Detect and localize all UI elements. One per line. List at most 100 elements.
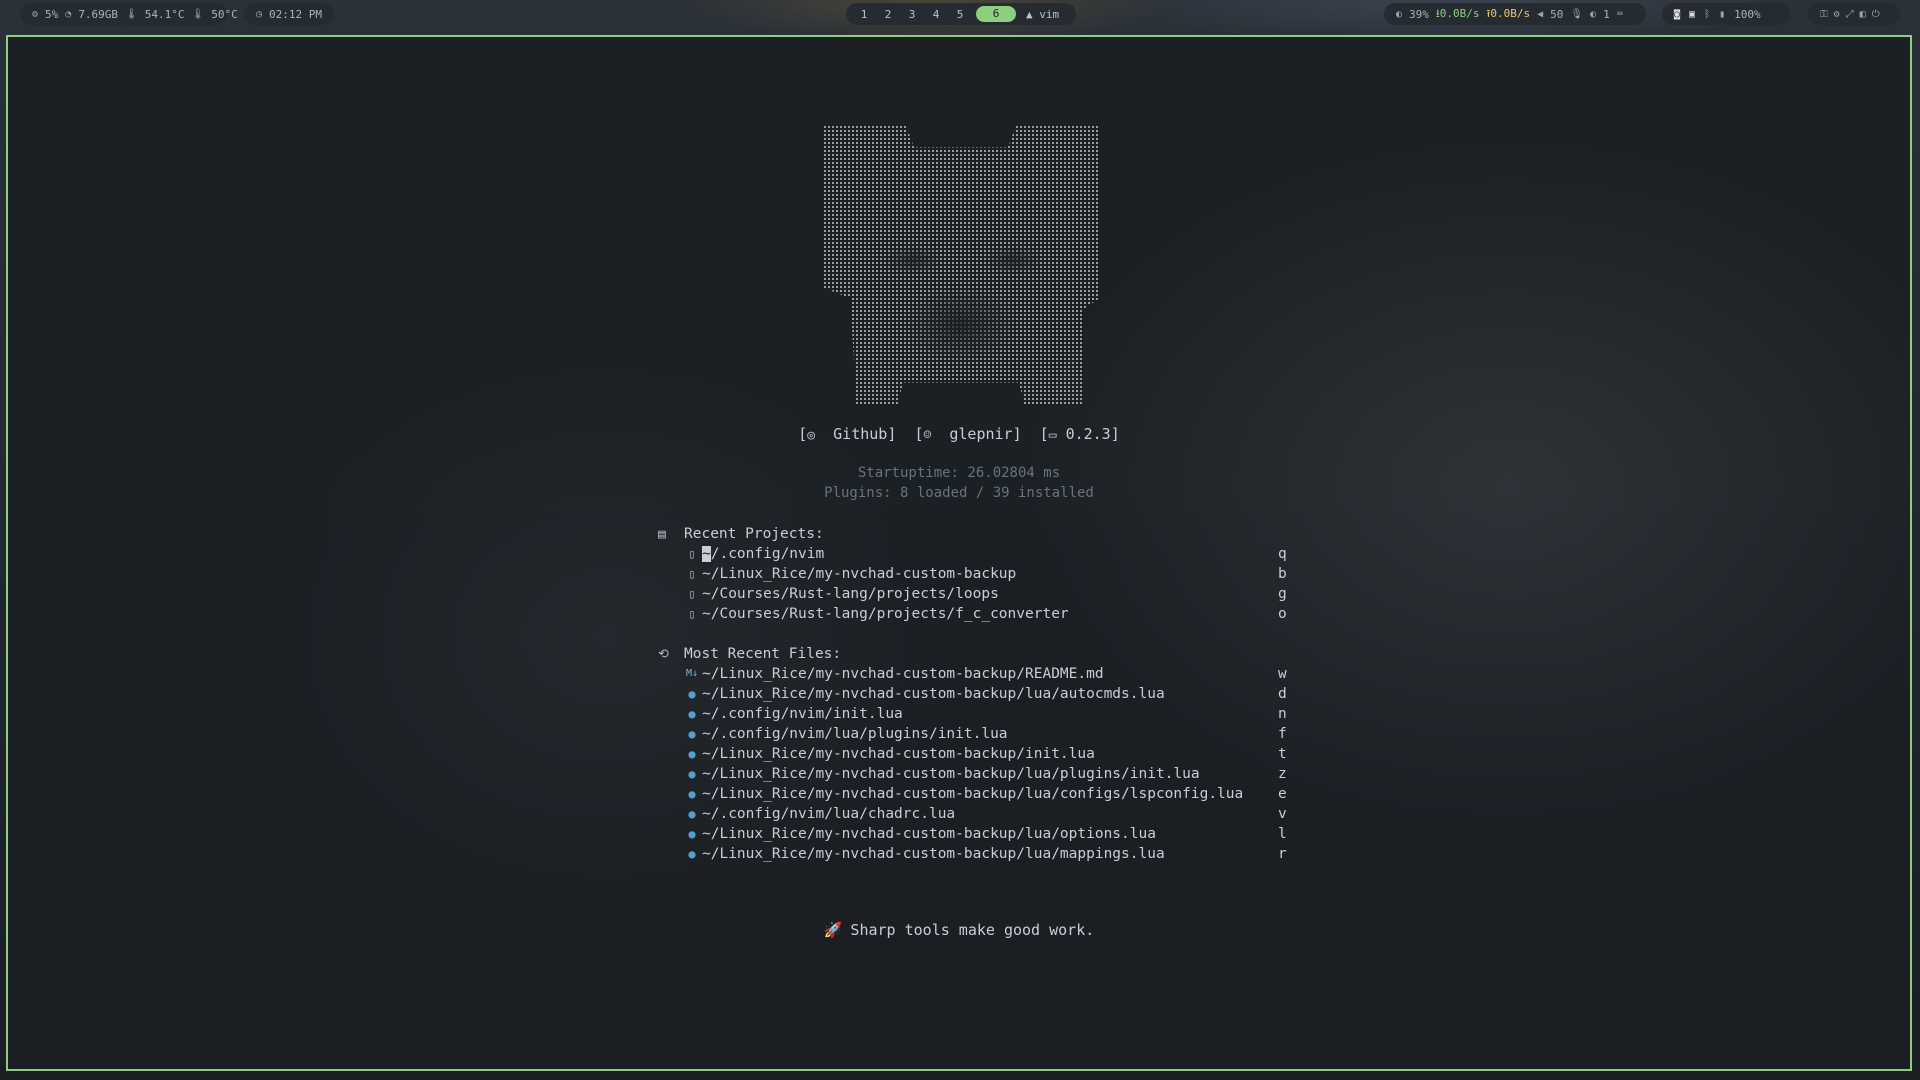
cpu-icon: ⚙ [32, 8, 39, 20]
file-item[interactable]: ● ~/.config/nvim/lua/chadrc.lua v [658, 804, 1298, 824]
shortcut-key: o [1278, 606, 1287, 622]
version-link[interactable]: [▭ 0.2.3] [1040, 425, 1120, 443]
workspace-2[interactable]: 2 [876, 8, 900, 21]
workspace-4[interactable]: 4 [924, 8, 948, 21]
project-item[interactable]: ▯ ~/Courses/Rust-lang/projects/loops g [658, 584, 1298, 604]
text-cursor: ~ [702, 546, 711, 562]
workspace-5[interactable]: 5 [948, 8, 972, 21]
github-icon: ◎ [807, 428, 816, 443]
dashboard-links: [◎ Github] [☺ glepnir] [▭ 0.2.3] [8, 425, 1910, 443]
settings-icon[interactable]: ⚙ [1834, 9, 1840, 20]
thermometer-icon: 🌡 [191, 8, 205, 20]
active-window-name: vim [1039, 7, 1060, 21]
clock-icon: ◷ [256, 8, 263, 20]
clock-widget[interactable]: ◷ 02:12 PM [244, 3, 334, 25]
expand-icon[interactable]: ⤢ [1846, 9, 1854, 20]
file-path: ~/.config/nvim/lua/chadrc.lua [702, 806, 956, 822]
workspace-6-active[interactable]: 6 [976, 6, 1016, 22]
volume-icon[interactable]: ◀ [1537, 9, 1543, 20]
brightness-value[interactable]: 39% [1409, 8, 1429, 21]
battery-percentage: 100% [1734, 7, 1761, 21]
power-icon[interactable]: ⏻ [1872, 9, 1880, 20]
clock-time: 02:12 PM [269, 7, 323, 21]
file-item[interactable]: ● ~/Linux_Rice/my-nvchad-custom-backup/l… [658, 844, 1298, 864]
terminal-window[interactable]: [◎ Github] [☺ glepnir] [▭ 0.2.3] Startup… [6, 35, 1912, 1071]
file-item[interactable]: ● ~/.config/nvim/init.lua n [658, 704, 1298, 724]
gpu-temperature: 50°C [211, 7, 238, 21]
recent-projects-header: ▤ Recent Projects: [658, 524, 1298, 544]
file-item[interactable]: ● ~/Linux_Rice/my-nvchad-custom-backup/i… [658, 744, 1298, 764]
project-item[interactable]: ▯ ~/Linux_Rice/my-nvchad-custom-backup b [658, 564, 1298, 584]
session-controls: ⚿ ⚙ ⤢ ◧ ⏻ [1808, 3, 1900, 25]
lua-file-icon: ● [688, 707, 696, 721]
file-item[interactable]: ● ~/.config/nvim/lua/plugins/init.lua f [658, 724, 1298, 744]
lock-icon[interactable]: ⚿ [1820, 9, 1828, 20]
shortcut-key: r [1278, 846, 1287, 862]
workspace-switcher: 1 2 3 4 5 6 ▲ vim [846, 3, 1076, 25]
startup-time: Startuptime: 26.02804 ms [857, 465, 1061, 481]
tag-icon: ▭ [1048, 428, 1057, 443]
github-link[interactable]: [◎ Github] [798, 425, 896, 443]
lua-file-icon: ● [688, 727, 696, 741]
file-item[interactable]: ● ~/Linux_Rice/my-nvchad-custom-backup/l… [658, 764, 1298, 784]
file-path: ~/Linux_Rice/my-nvchad-custom-backup/lua… [702, 826, 1156, 842]
discord-icon[interactable]: ◙ [1674, 9, 1680, 20]
arch-icon: ▲ [1026, 7, 1033, 21]
system-stats-widget[interactable]: ⚙ 5% ◔ 7.69GB 🌡 54.1°C 🌡 50°C [20, 3, 238, 25]
file-path: ~/.config/nvim/lua/plugins/init.lua [702, 726, 1008, 742]
shortcut-key: d [1278, 686, 1287, 702]
file-item[interactable]: M↓ ~/Linux_Rice/my-nvchad-custom-backup/… [658, 664, 1298, 684]
lua-file-icon: ● [688, 747, 696, 761]
volume-value[interactable]: 50 [1550, 8, 1563, 21]
recent-projects-section: ▤ Recent Projects: ▯ ~/.config/nvim q ▯ ~… [658, 524, 1298, 624]
markdown-icon: M↓ [685, 668, 699, 679]
project-path: ~/Courses/Rust-lang/projects/loops [702, 586, 999, 602]
repo-icon: ▯ [688, 547, 696, 561]
shortcut-key: l [1278, 826, 1287, 842]
repo-icon: ▯ [688, 587, 696, 601]
workspace-3[interactable]: 3 [900, 8, 924, 21]
folder-icon: ▤ [658, 527, 666, 542]
file-path: ~/.config/nvim/init.lua [702, 706, 903, 722]
brightness-icon: ◐ [1396, 8, 1403, 20]
cpu-usage: 5% [45, 7, 59, 21]
shortcut-key: z [1278, 766, 1287, 782]
user-link[interactable]: [☺ glepnir] [914, 425, 1021, 443]
shortcut-key: v [1278, 806, 1287, 822]
project-path: ~/.config/nvim [702, 546, 825, 562]
battery-icon: ▮ [1719, 8, 1726, 20]
microphone-icon[interactable]: 🎙 [1570, 9, 1583, 20]
lua-file-icon: ● [688, 767, 696, 781]
shortcut-key: g [1278, 586, 1287, 602]
file-item[interactable]: ● ~/Linux_Rice/my-nvchad-custom-backup/l… [658, 784, 1298, 804]
footer-quote: Sharp tools make good work. [850, 921, 1095, 939]
active-window-indicator[interactable]: ▲ vim [1026, 8, 1059, 21]
dashboard-footer: 🚀 Sharp tools make good work. [8, 921, 1910, 939]
workspace-1[interactable]: 1 [852, 8, 876, 21]
file-path: ~/Linux_Rice/my-nvchad-custom-backup/lua… [702, 766, 1200, 782]
lua-file-icon: ● [688, 687, 696, 701]
project-item[interactable]: ▯ ~/.config/nvim q [658, 544, 1298, 564]
screen-icon[interactable]: ▣ [1689, 9, 1695, 20]
history-icon: ⟲ [658, 647, 669, 662]
file-item[interactable]: ● ~/Linux_Rice/my-nvchad-custom-backup/l… [658, 824, 1298, 844]
file-path: ~/Linux_Rice/my-nvchad-custom-backup/REA… [702, 666, 1104, 682]
bluetooth-icon[interactable]: ᛒ [1704, 9, 1710, 20]
repo-icon: ▯ [688, 567, 696, 581]
tray-widgets: ◙ ▣ ᛒ ▮ 100% [1662, 3, 1790, 25]
status-widgets: ◐ 39% ⭳0.0B/s ⭱0.0B/s ◀ 50 🎙 ◐ 1 ⌨ [1384, 3, 1646, 25]
lua-file-icon: ● [688, 807, 696, 821]
project-item[interactable]: ▯ ~/Courses/Rust-lang/projects/f_c_conve… [658, 604, 1298, 624]
file-path: ~/Linux_Rice/my-nvchad-custom-backup/lua… [702, 786, 1244, 802]
file-item[interactable]: ● ~/Linux_Rice/my-nvchad-custom-backup/l… [658, 684, 1298, 704]
upload-speed[interactable]: ⭱0.0B/s [1487, 5, 1531, 24]
notification-icon[interactable]: ◐ [1590, 9, 1596, 20]
window-icon[interactable]: ◧ [1860, 9, 1866, 20]
shortcut-key: b [1278, 566, 1287, 582]
shortcut-key: f [1278, 726, 1287, 742]
recent-files-section: ⟲ Most Recent Files: M↓ ~/Linux_Rice/my-n… [658, 644, 1298, 864]
shortcut-key: q [1278, 546, 1287, 562]
download-speed[interactable]: ⭳0.0B/s [1436, 5, 1480, 24]
repo-icon: ▯ [688, 607, 696, 621]
keyboard-icon[interactable]: ⌨ [1617, 9, 1623, 20]
